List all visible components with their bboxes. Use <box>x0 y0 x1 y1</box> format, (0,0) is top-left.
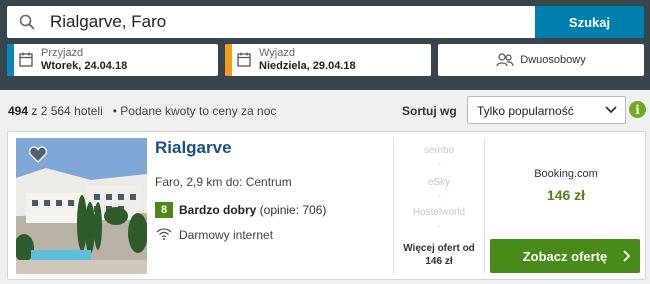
wifi-icon <box>156 228 172 240</box>
partner-esky-price: - <box>437 191 441 202</box>
info-icon[interactable]: i <box>629 101 646 118</box>
provider-name: Booking.com <box>534 168 598 180</box>
partner-sembo-price: - <box>437 159 441 170</box>
rating-text: Bardzo dobry (opinie: 706) <box>179 203 326 217</box>
partner-esky[interactable]: eSky <box>394 177 484 188</box>
sort-select[interactable]: Tylko popularność <box>467 96 626 124</box>
checkin-label: Przyjazd <box>41 47 84 59</box>
rating-count: (opinie: 706) <box>256 203 327 217</box>
heart-icon[interactable] <box>29 146 47 163</box>
rating-label: Bardzo dobry <box>179 203 257 217</box>
chevron-down-icon <box>605 106 617 114</box>
checkout-field[interactable]: Wyjazd Niedziela, 29.04.18 <box>225 44 431 76</box>
room-label: Dwuosobowy <box>520 54 586 66</box>
guests-icon <box>496 53 514 67</box>
view-deal-button[interactable]: Zobacz ofertę <box>490 239 640 273</box>
rating-score-badge: 8 <box>155 202 173 218</box>
checkout-accent <box>225 44 232 76</box>
partner-sembo[interactable]: sembo <box>394 145 484 156</box>
arrow-right-icon <box>623 250 630 262</box>
amenity-wifi: Darmowy internet <box>179 228 274 242</box>
results-count: 494 <box>8 104 29 118</box>
checkout-value: Niedziela, 29.04.18 <box>259 60 356 72</box>
calendar-icon <box>19 52 33 67</box>
partner-hostelworld-price: - <box>437 221 441 232</box>
partner-hostelworld[interactable]: Hostelworld <box>394 207 484 218</box>
sort-selected: Tylko popularność <box>477 104 574 118</box>
hotel-photo[interactable] <box>16 138 147 274</box>
room-selector[interactable]: Dwuosobowy <box>438 44 644 76</box>
sort-label: Sortuj wg <box>402 104 457 118</box>
checkin-accent <box>7 44 14 76</box>
destination-value: Rialgarve, Faro <box>50 12 167 31</box>
more-offers-link[interactable]: Więcej ofert od 146 zł <box>394 242 484 268</box>
search-icon <box>19 14 35 30</box>
search-bar: Rialgarve, Faro Szukaj Przyjazd Wtorek, … <box>0 0 650 90</box>
hotel-name[interactable]: Rialgarve <box>155 138 232 158</box>
view-deal-label: Zobacz ofertę <box>522 248 608 264</box>
results-summary: 494 z 2 564 hoteli • Podane kwoty to cen… <box>8 104 276 118</box>
hotel-location: Faro, 2,9 km do: Centrum <box>155 175 292 189</box>
checkin-field[interactable]: Przyjazd Wtorek, 24.04.18 <box>7 44 218 76</box>
calendar-icon <box>237 52 251 67</box>
destination-input[interactable]: Rialgarve, Faro <box>7 6 537 38</box>
search-button[interactable]: Szukaj <box>535 6 644 38</box>
hotel-card: Rialgarve Faro, 2,9 km do: Centrum 8 Bar… <box>7 131 646 280</box>
divider <box>484 138 485 274</box>
best-price: 146 zł <box>546 187 586 203</box>
results-total: z 2 564 hoteli <box>28 104 103 118</box>
checkin-value: Wtorek, 24.04.18 <box>41 60 128 72</box>
checkout-label: Wyjazd <box>259 47 295 59</box>
price-note: • Podane kwoty to ceny za noc <box>112 104 277 118</box>
